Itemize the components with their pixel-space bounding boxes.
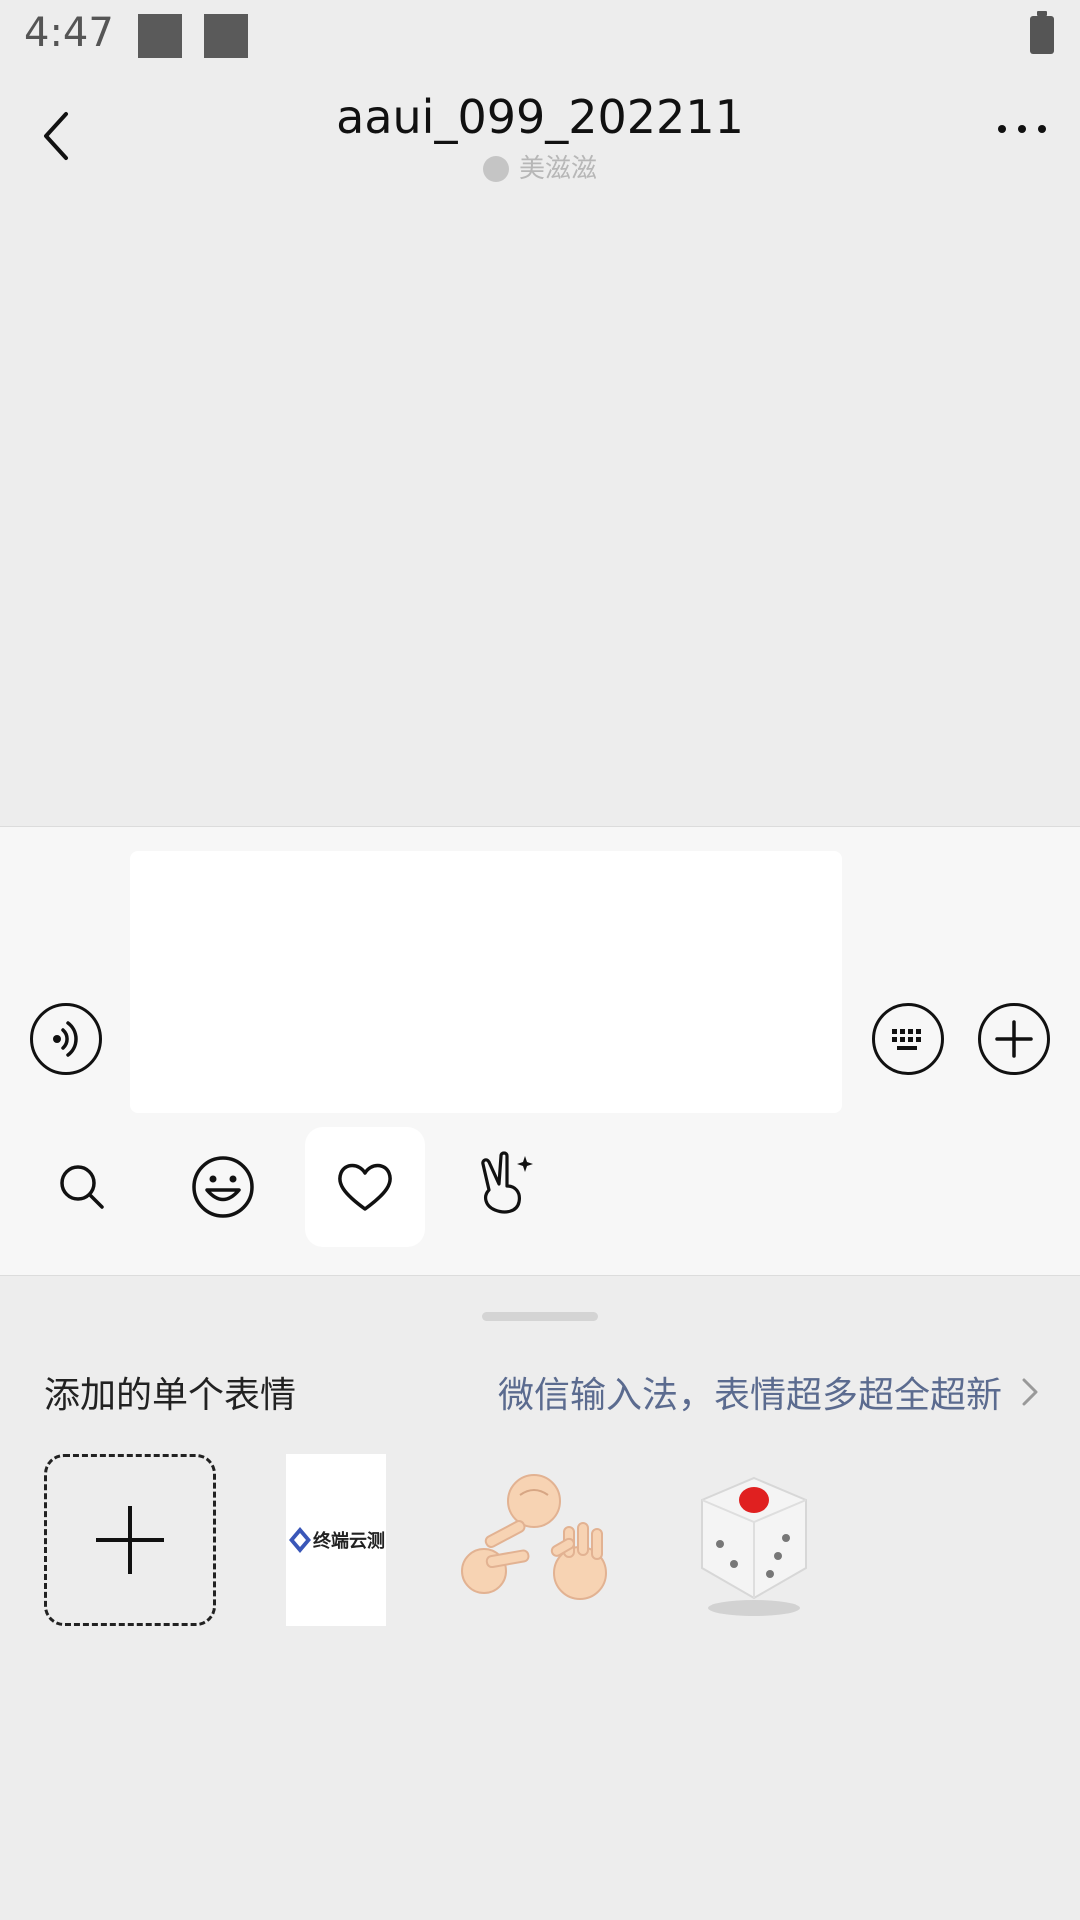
promo-link-label: 微信输入法，表情超多超全超新 (497, 1375, 1002, 1416)
search-icon[interactable] (22, 1127, 142, 1247)
keyboard-icon[interactable] (872, 1003, 944, 1075)
message-input[interactable] (130, 851, 842, 1113)
voice-icon[interactable] (30, 1003, 102, 1075)
wechat-ime-promo-link[interactable]: 微信输入法，表情超多超全超新 (498, 1366, 1040, 1418)
sticker-logo[interactable]: 终端云测 (286, 1454, 386, 1626)
panel-title: 添加的单个表情 (44, 1375, 297, 1416)
status-time: 4:47 (24, 10, 114, 56)
battery-icon (1030, 11, 1054, 54)
status-notification-icon (138, 14, 182, 58)
chat-header: aaui_099_202211 美滋滋 (0, 72, 1080, 202)
logo-label: 终端云测 (313, 1531, 385, 1552)
message-composer (0, 826, 1080, 1276)
sticker-rock-paper-scissors[interactable] (450, 1454, 622, 1626)
logo-icon (289, 1527, 311, 1553)
drag-handle[interactable] (482, 1312, 598, 1321)
plus-icon (96, 1506, 164, 1574)
status-face-icon (482, 156, 509, 182)
status-bar: 4:47 (0, 0, 1080, 72)
plus-circle-icon[interactable] (978, 1003, 1050, 1075)
emoji-tab-bar (0, 1127, 1080, 1257)
status-text: 美滋滋 (518, 154, 597, 184)
status-notification-icon (204, 14, 248, 58)
smiley-icon[interactable] (163, 1127, 283, 1247)
sticker-dice[interactable] (668, 1454, 840, 1626)
more-icon[interactable] (992, 114, 1052, 144)
victory-hand-icon[interactable] (445, 1127, 565, 1247)
chat-title: aaui_099_202211 (336, 90, 744, 144)
add-sticker-button[interactable] (44, 1454, 216, 1626)
heart-icon[interactable] (305, 1127, 425, 1247)
chevron-right-icon (1022, 1378, 1038, 1406)
chat-subtitle: 美滋滋 (0, 148, 1080, 185)
sticker-panel: 添加的单个表情 微信输入法，表情超多超全超新 终端云测 (0, 1274, 1080, 1920)
sticker-grid: 终端云测 (44, 1454, 1044, 1634)
